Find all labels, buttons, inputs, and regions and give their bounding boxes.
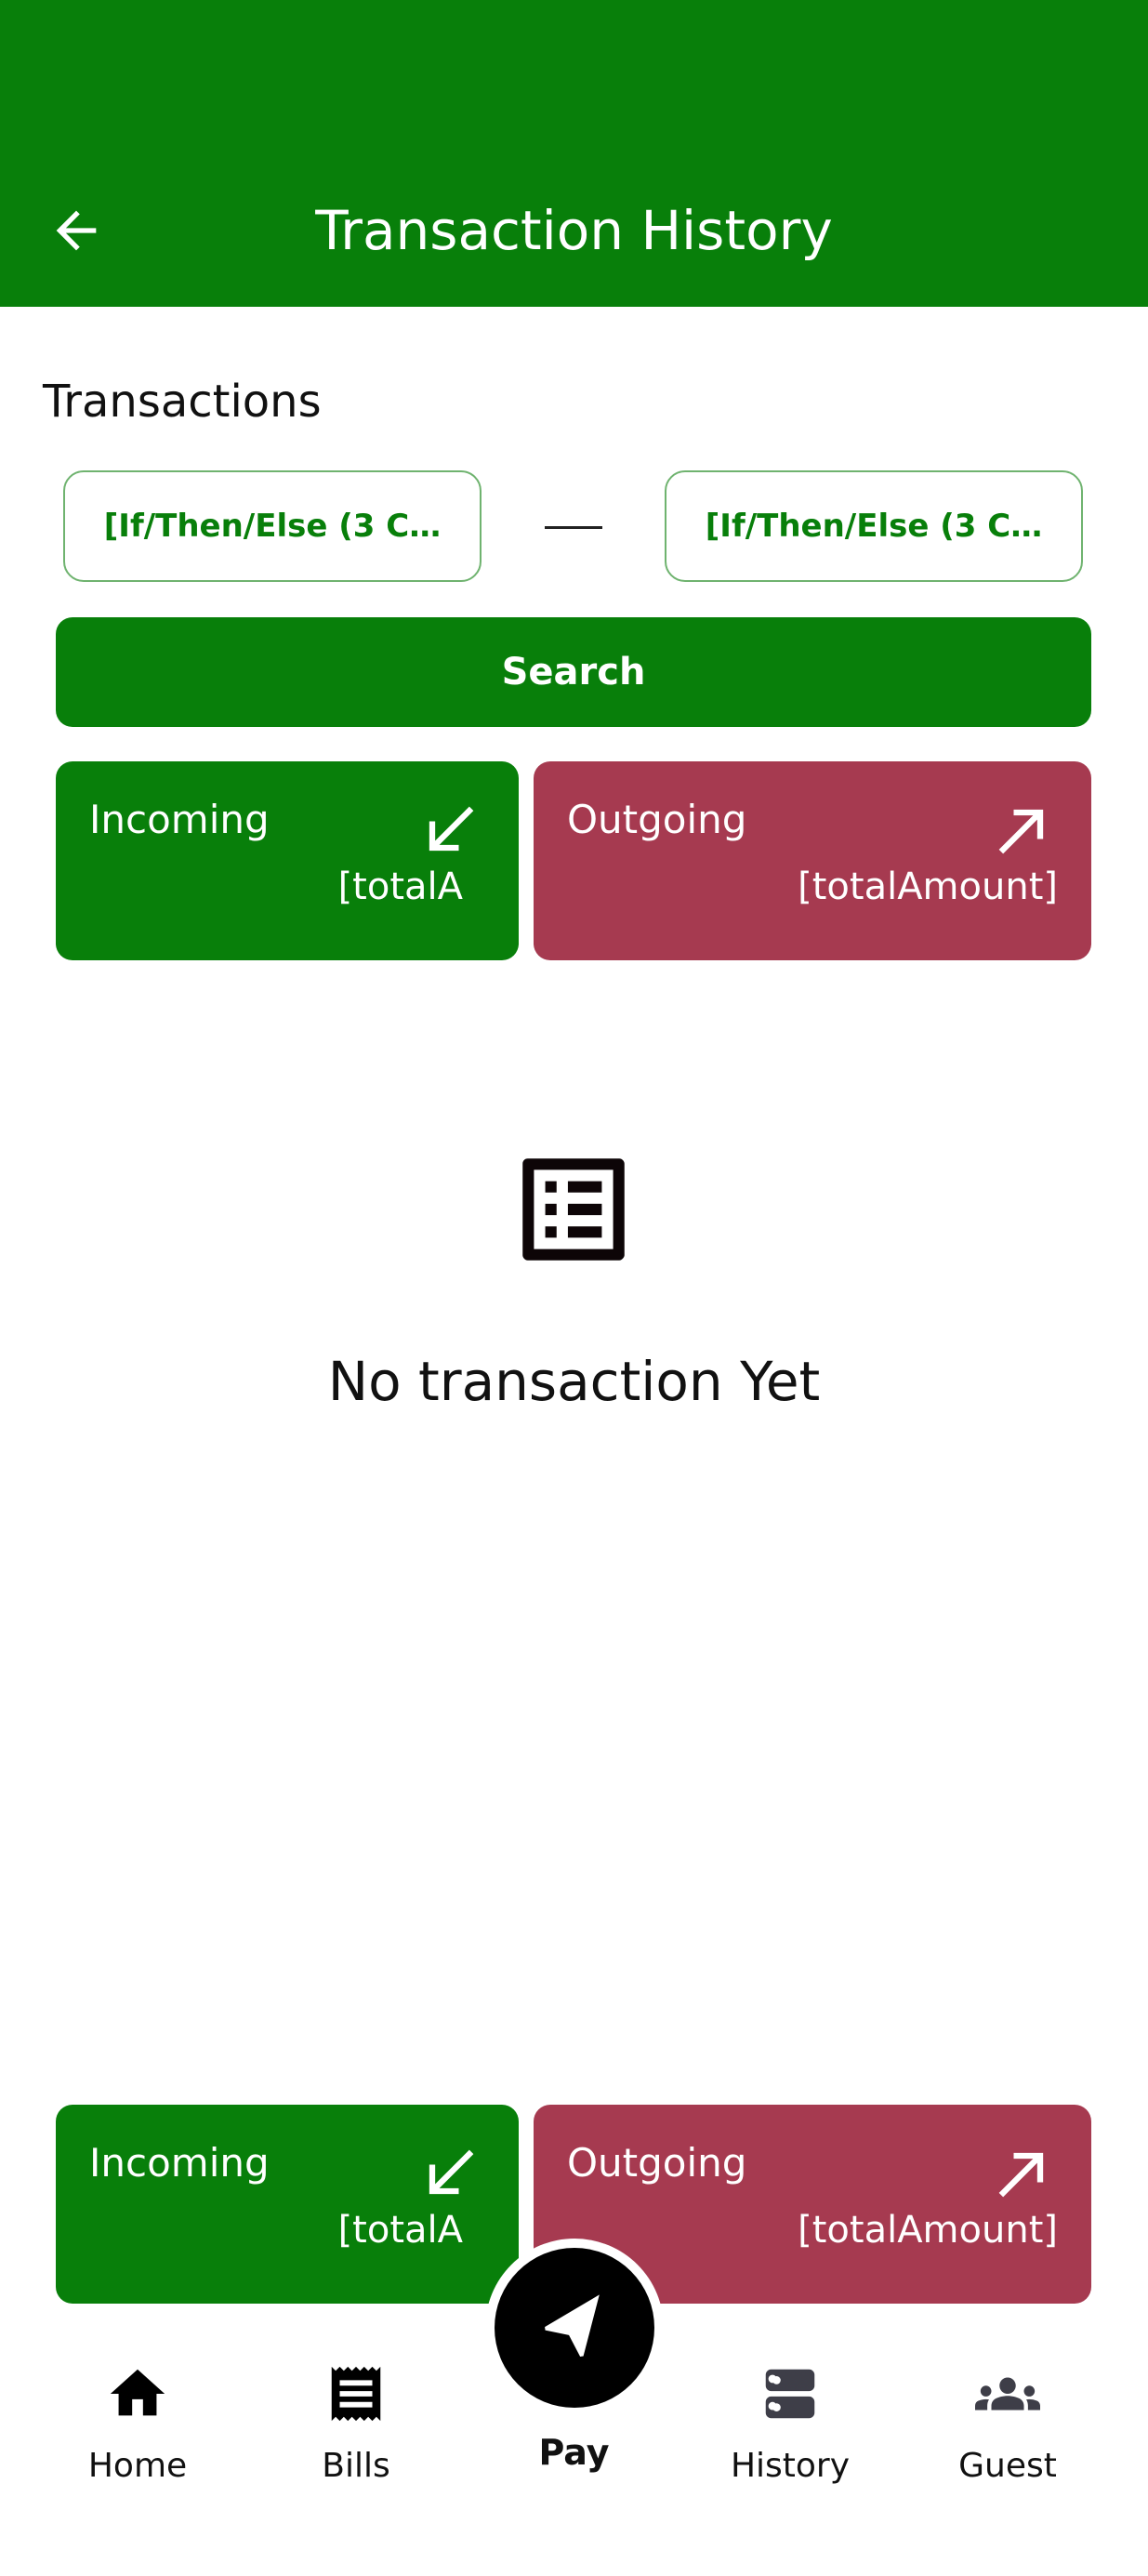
receipt-icon — [331, 2366, 381, 2422]
outgoing-amount: [totalAmount] — [798, 2209, 1058, 2252]
nav-label-history: History — [730, 2447, 851, 2485]
incoming-label: Incoming — [89, 797, 270, 842]
home-icon — [110, 2369, 165, 2416]
page-title: Transaction History — [315, 199, 833, 262]
storage-icon — [765, 2369, 815, 2419]
arrow-south-west-icon — [429, 2149, 474, 2195]
date-to-value: [If/Then/Else (3 C… — [705, 508, 1043, 545]
incoming-summary-card: Incoming [totalA — [56, 761, 519, 960]
section-label: Transactions — [43, 376, 322, 428]
outgoing-amount: [totalAmount] — [798, 865, 1058, 908]
date-from-value: [If/Then/Else (3 C… — [103, 508, 442, 545]
list-icon — [522, 1158, 625, 1261]
date-to-field[interactable]: [If/Then/Else (3 C… — [665, 470, 1083, 582]
group-icon — [975, 2377, 1040, 2411]
incoming-summary-card-bottom: Incoming [totalA — [56, 2105, 519, 2304]
send-icon — [545, 2294, 600, 2357]
arrow-north-east-icon — [998, 2152, 1044, 2198]
outgoing-label: Outgoing — [567, 2140, 747, 2186]
incoming-label: Incoming — [89, 2140, 270, 2186]
search-button[interactable]: Search — [56, 617, 1091, 727]
empty-state-text: No transaction Yet — [327, 1350, 821, 1413]
nav-label-guest: Guest — [958, 2447, 1057, 2485]
nav-item-guest[interactable]: Guest — [915, 2361, 1101, 2485]
date-range-separator — [545, 526, 602, 529]
nav-item-history[interactable]: History — [697, 2361, 883, 2485]
arrow-south-west-icon — [429, 806, 474, 852]
outgoing-summary-card: Outgoing [totalAmount] — [534, 761, 1091, 960]
incoming-amount: [totalA — [337, 2209, 463, 2252]
incoming-amount: [totalA — [337, 865, 463, 908]
date-from-field[interactable]: [If/Then/Else (3 C… — [63, 470, 482, 582]
pay-button[interactable] — [495, 2248, 654, 2408]
arrow-north-east-icon — [998, 809, 1044, 854]
outgoing-label: Outgoing — [567, 797, 747, 842]
